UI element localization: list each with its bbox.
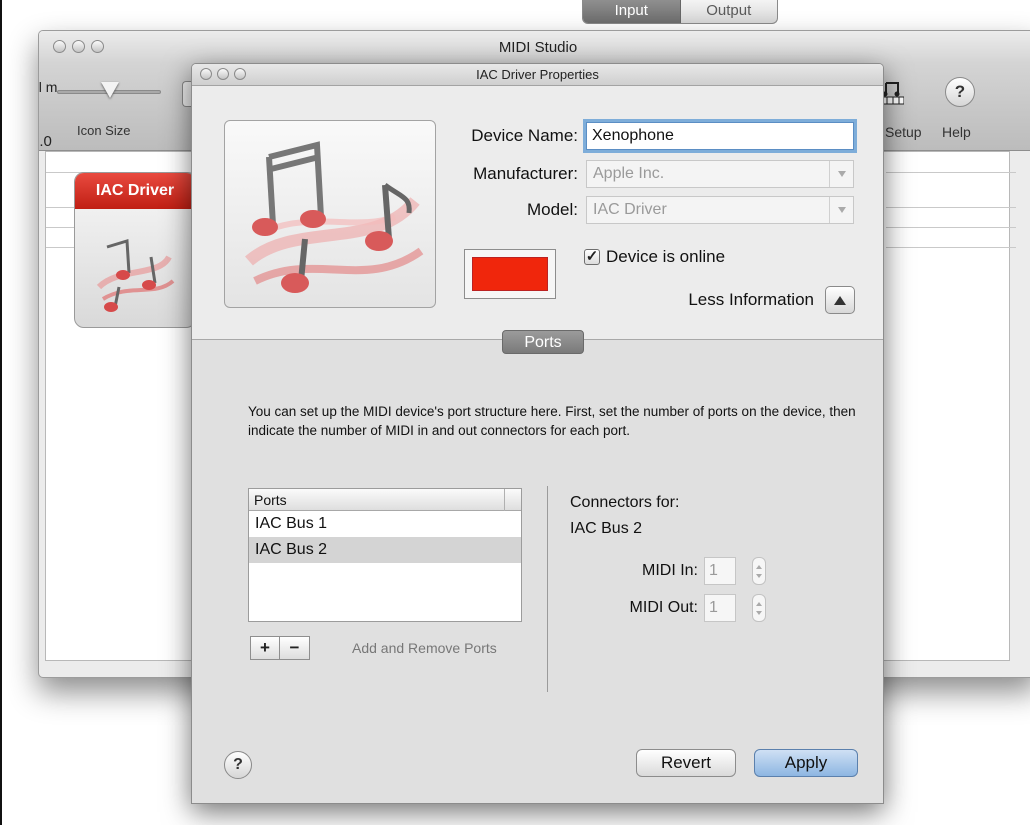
less-information-button[interactable] [825, 286, 855, 314]
icon-size-label: Icon Size [77, 123, 131, 138]
model-label: Model: [526, 200, 578, 219]
studio-titlebar: MIDI Studio [39, 31, 1030, 63]
ports-list-item[interactable]: IAC Bus 1 [249, 511, 521, 537]
midi-out-stepper[interactable] [752, 594, 766, 622]
device-icon-well[interactable] [224, 120, 436, 308]
midi-in-label: MIDI In: [641, 562, 698, 579]
midi-keyboard-icon[interactable] [881, 81, 905, 105]
midi-out-field[interactable]: 1 [704, 594, 736, 622]
toolbar-partial-value: 0.0 [39, 133, 52, 150]
manufacturer-popup[interactable]: Apple Inc. [586, 160, 854, 188]
setup-label: Setup [885, 124, 922, 140]
grid-line [886, 227, 1016, 228]
model-popup[interactable]: IAC Driver [586, 196, 854, 224]
ports-divider [547, 486, 548, 692]
add-remove-ports-control: + − [250, 636, 310, 660]
manufacturer-label: Manufacturer: [473, 164, 578, 183]
model-value: IAC Driver [593, 201, 667, 218]
chevron-down-icon [829, 161, 853, 187]
ports-list[interactable]: Ports IAC Bus 1 IAC Bus 2 [248, 488, 522, 622]
device-name-field[interactable]: Xenophone [586, 122, 854, 150]
device-color-swatch [472, 257, 548, 291]
studio-window-title: MIDI Studio [498, 39, 578, 56]
music-notes-icon [245, 141, 424, 293]
midi-out-label: MIDI Out: [629, 599, 698, 616]
grid-line [886, 247, 1016, 248]
dialog-title: IAC Driver Properties [476, 67, 599, 82]
midi-in-stepper[interactable] [752, 557, 766, 585]
dialog-titlebar: IAC Driver Properties [192, 64, 883, 86]
iac-driver-properties-dialog: IAC Driver Properties Device Name: Xenop… [191, 63, 884, 804]
revert-button[interactable]: Revert [636, 749, 736, 777]
output-segment[interactable]: Output [681, 0, 778, 23]
device-info-section: Device Name: Xenophone Manufacturer: App… [192, 86, 883, 340]
help-label: Help [942, 124, 971, 140]
ports-list-header[interactable]: Ports [249, 489, 521, 511]
add-port-button[interactable]: + [250, 636, 280, 660]
chevron-down-icon [829, 197, 853, 223]
grid-line [886, 172, 1016, 173]
toolbar-help-button[interactable]: ? [945, 77, 975, 107]
device-online-checkbox[interactable]: ✓ [584, 249, 600, 265]
dialog-help-button[interactable]: ? [224, 751, 252, 779]
music-notes-icon [89, 217, 183, 318]
device-online-label: Device is online [606, 247, 726, 266]
ports-tab[interactable]: Ports [502, 330, 584, 354]
iac-driver-device-card[interactable]: IAC Driver [74, 172, 196, 328]
midi-in-field[interactable]: 1 [704, 557, 736, 585]
device-name-label: Device Name: [471, 126, 578, 145]
apply-button[interactable]: Apply [754, 749, 858, 777]
input-segment[interactable]: Input [583, 0, 681, 23]
toolbar-partial-label: al m [38, 79, 58, 95]
connectors-target-label: IAC Bus 2 [570, 520, 643, 537]
less-information-label: Less Information [688, 290, 814, 309]
device-color-well[interactable] [464, 249, 556, 299]
screen: Input Output MIDI Studio al m 0.0 Icon S… [0, 0, 1030, 825]
grid-line [886, 207, 1016, 208]
manufacturer-value: Apple Inc. [593, 165, 665, 182]
ports-description: You can set up the MIDI device's port st… [248, 404, 856, 438]
add-remove-ports-label: Add and Remove Ports [352, 640, 497, 656]
remove-port-button[interactable]: − [280, 636, 310, 660]
input-output-segmented-control[interactable]: Input Output [582, 0, 778, 24]
device-card-title: IAC Driver [75, 173, 195, 209]
icon-size-slider-knob[interactable] [101, 82, 119, 98]
connectors-for-label: Connectors for: [570, 494, 680, 511]
ports-list-item-selected[interactable]: IAC Bus 2 [249, 537, 521, 563]
